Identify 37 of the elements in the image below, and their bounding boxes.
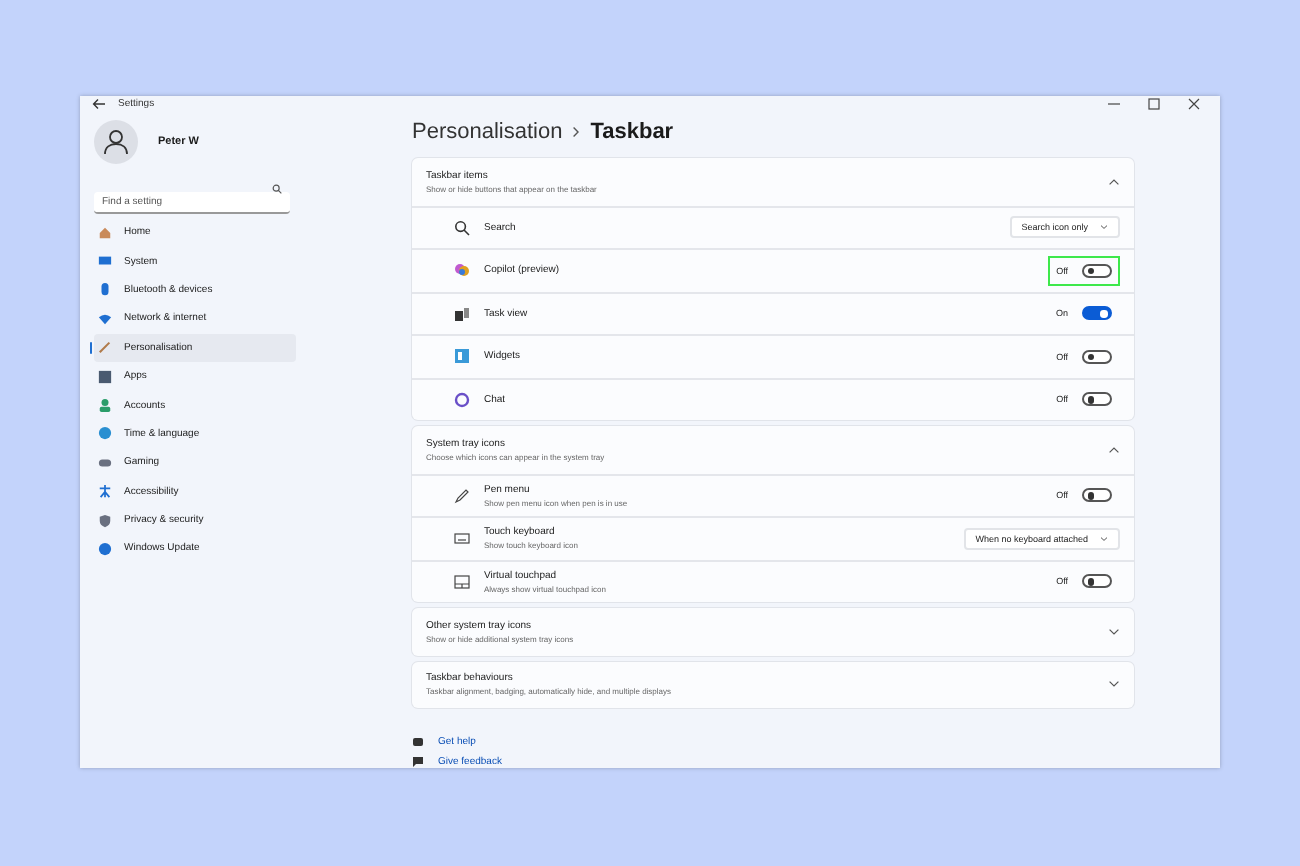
avatar-icon [94,120,138,164]
keyboard-icon [454,530,470,547]
copilot-icon [454,262,470,279]
minimize-icon[interactable] [1108,97,1120,109]
touchpad-icon [454,573,470,590]
chevron-up-icon [1108,445,1120,454]
page-title: Taskbar [590,120,674,144]
search-icon [454,219,470,236]
chevron-up-icon [1108,177,1120,186]
chevron-right-icon [572,126,581,138]
brush-icon [98,340,112,355]
maximize-icon[interactable] [1148,97,1160,109]
feedback-icon [412,756,424,768]
search-icon [272,184,282,194]
chevron-down-icon [1100,224,1108,231]
close-icon[interactable] [1188,97,1200,109]
chevron-down-icon [1108,680,1120,689]
home-icon [98,225,112,240]
network-icon [98,311,112,326]
chevron-down-icon [1100,535,1108,542]
toggle-switch[interactable] [1082,392,1112,407]
apps-icon [98,369,112,384]
pen-icon [454,487,470,504]
toggle-switch[interactable] [1082,306,1112,321]
chevron-down-icon [1108,627,1120,636]
toggle-switch[interactable] [1082,263,1112,278]
widgets-icon [454,348,470,365]
chat-icon [454,391,470,408]
toggle-switch[interactable] [1082,349,1112,364]
toggle-switch[interactable] [1082,488,1112,503]
breadcrumb-parent[interactable]: Personalisation [412,120,563,144]
accounts-icon [98,398,112,413]
system-icon [98,254,112,269]
toggle-switch[interactable] [1082,574,1112,589]
back-arrow-icon[interactable] [92,97,106,109]
privacy-icon [98,513,112,528]
taskview-icon [454,305,470,322]
